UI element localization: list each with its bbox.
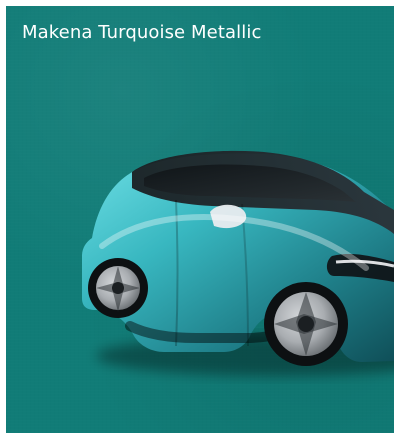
car-image [82, 150, 394, 376]
front-wheel [264, 282, 348, 366]
color-swatch-card: Makena Turquoise Metallic [6, 6, 394, 433]
rear-wheel [88, 258, 148, 318]
